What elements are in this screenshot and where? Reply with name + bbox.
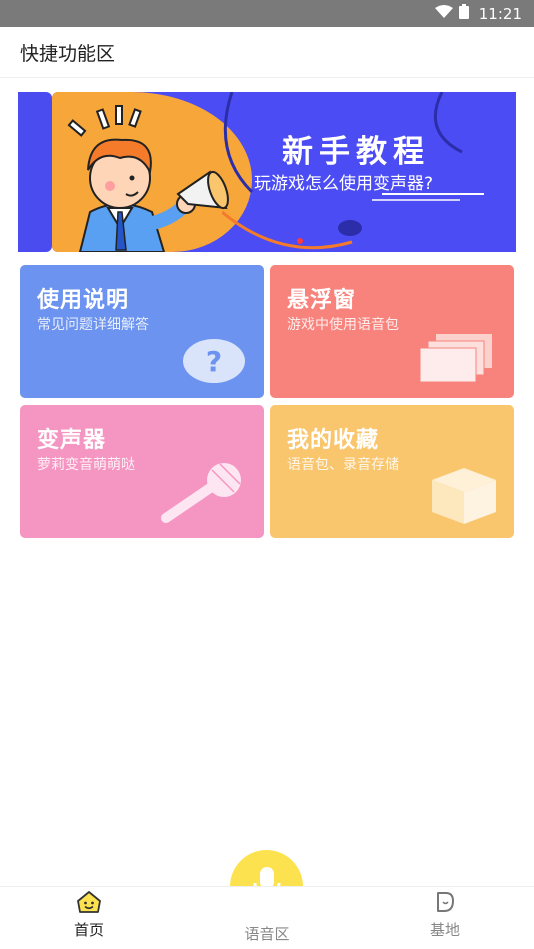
- tab-base-label: 基地: [429, 921, 460, 939]
- tab-home-label: 首页: [73, 921, 104, 939]
- wifi-icon: [434, 4, 453, 23]
- box-icon: [432, 468, 496, 528]
- tab-home[interactable]: 首页: [49, 891, 129, 940]
- banner-headline: 新手教程: [282, 134, 430, 170]
- card-subtitle: 游戏中使用语音包: [287, 317, 399, 333]
- app-bar: 快捷功能区: [0, 27, 534, 78]
- base-icon: [435, 892, 455, 917]
- status-bar: 11:21: [0, 0, 534, 27]
- page-title: 快捷功能区: [20, 42, 116, 65]
- card-title: 我的收藏: [287, 428, 380, 453]
- battery-icon: [458, 4, 469, 23]
- card-subtitle: 语音包、录音存储: [287, 457, 399, 473]
- card-subtitle: 常见问题详细解答: [37, 317, 149, 333]
- banner-carousel[interactable]: 新手教程 玩游戏怎么使用变声器?: [18, 92, 516, 252]
- svg-text:?: ?: [206, 345, 222, 378]
- card-subtitle: 萝莉变音萌萌哒: [37, 457, 135, 473]
- status-time: 11:21: [478, 4, 522, 23]
- banner-subline: 玩游戏怎么使用变声器?: [254, 174, 434, 194]
- card-title: 使用说明: [37, 288, 130, 313]
- card-voice-changer[interactable]: 变声器 萝莉变音萌萌哒: [20, 405, 264, 538]
- question-icon: ?: [182, 338, 246, 388]
- tab-base[interactable]: 基地: [405, 891, 485, 940]
- banner-prev-slide[interactable]: [18, 92, 52, 252]
- card-my-favorites[interactable]: 我的收藏 语音包、录音存储: [270, 405, 514, 538]
- carousel-indicator-dot: [297, 238, 303, 244]
- card-floating-window[interactable]: 悬浮窗 游戏中使用语音包: [270, 265, 514, 398]
- tab-voice-area[interactable]: 语音区: [227, 921, 307, 944]
- tab-voice-label: 语音区: [244, 925, 290, 943]
- home-face-icon: [77, 891, 101, 917]
- banner-slide[interactable]: 新手教程 玩游戏怎么使用变声器?: [52, 92, 516, 252]
- card-title: 变声器: [37, 428, 107, 453]
- windows-icon: [419, 334, 496, 388]
- microphone-icon: [160, 462, 246, 528]
- card-usage-guide[interactable]: 使用说明 常见问题详细解答 ?: [20, 265, 264, 398]
- bottom-tab-bar: 首页 语音区 基地: [0, 886, 534, 949]
- card-title: 悬浮窗: [287, 288, 357, 313]
